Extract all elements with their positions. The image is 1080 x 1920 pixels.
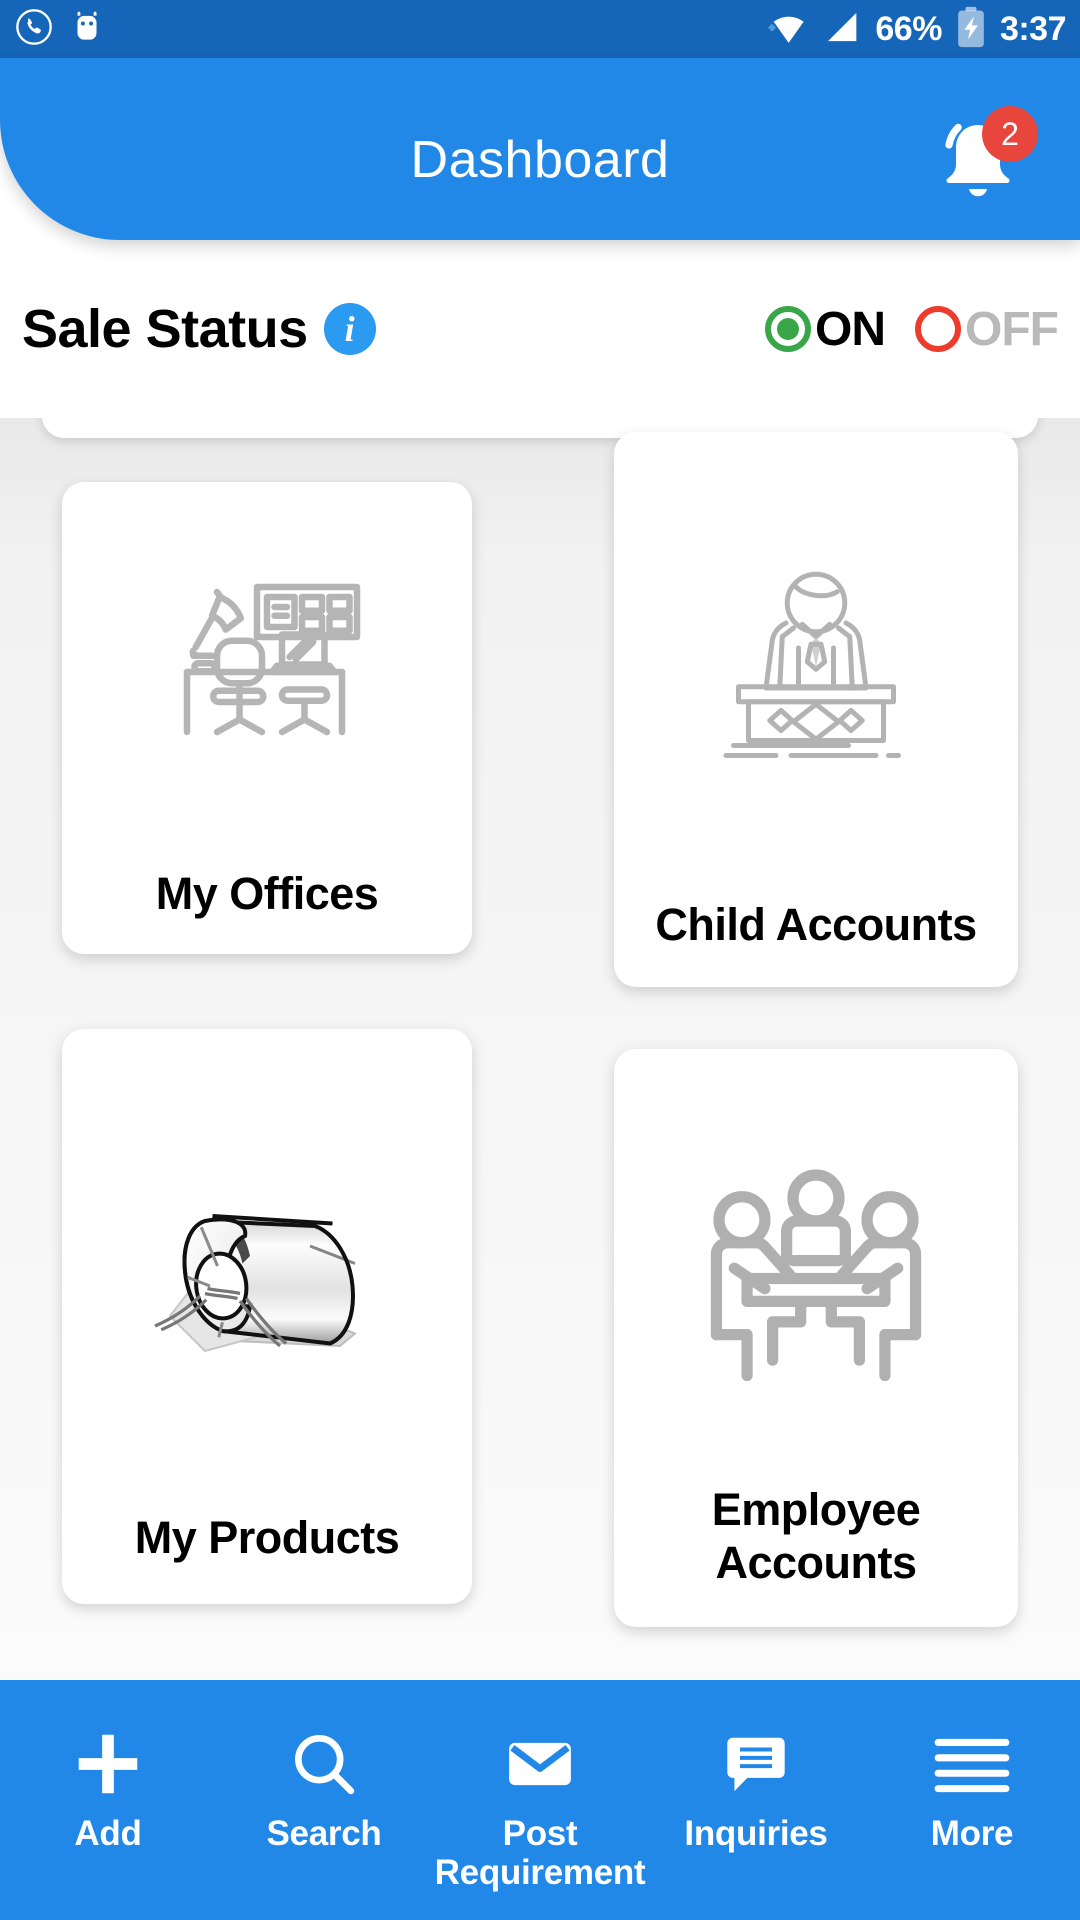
card-label: My Products <box>134 1511 400 1563</box>
steel-coil-icon <box>62 1047 472 1511</box>
status-bar-left-icons <box>14 7 106 52</box>
nav-label: Add <box>74 1814 142 1853</box>
app-header: Dashboard 2 <box>0 58 1080 240</box>
sale-status-option-off[interactable]: OFF <box>915 302 1059 357</box>
card-label: Employee Accounts <box>711 1483 921 1588</box>
card-child-accounts[interactable]: Child Accounts <box>614 432 1018 987</box>
page-title: Dashboard <box>410 131 670 189</box>
sale-status-toggle-group: ON OFF <box>765 302 1059 357</box>
bottom-navigation-bar: Add Search Post Requirement Inquiries Mo… <box>0 1680 1080 1920</box>
sale-status-label: Sale Status <box>22 299 308 359</box>
sale-status-bar: Sale Status i ON OFF <box>0 240 1080 418</box>
dashboard-content[interactable]: My Offices Child Accounts My Products Em… <box>0 418 1080 1680</box>
chat-bubble-icon <box>719 1724 793 1804</box>
info-icon[interactable]: i <box>323 303 376 355</box>
card-row-1: My Offices Child Accounts <box>0 432 1080 987</box>
android-robot-icon <box>68 7 106 52</box>
phone-call-icon <box>14 7 54 52</box>
sale-status-on-label: ON <box>815 302 886 356</box>
nav-label: Post Requirement <box>434 1814 646 1893</box>
plus-icon <box>69 1724 147 1804</box>
nav-item-add[interactable]: Add <box>0 1724 216 1853</box>
card-employee-accounts[interactable]: Employee Accounts <box>614 1049 1018 1627</box>
nav-label: More <box>930 1814 1014 1853</box>
status-bar-right-icons: 66% 3:37 <box>763 5 1067 54</box>
radio-selected-icon <box>765 306 812 352</box>
hamburger-menu-icon <box>932 1724 1012 1804</box>
nav-item-more[interactable]: More <box>864 1724 1080 1853</box>
card-label: My Offices <box>155 867 379 919</box>
app-screen: 66% 3:37 Dashboard 2 Sale Status i ON OF… <box>0 0 1080 1920</box>
battery-charging-icon <box>953 5 989 54</box>
notification-badge: 2 <box>982 106 1038 162</box>
nav-label: Search <box>266 1814 382 1853</box>
notifications-button[interactable]: 2 <box>922 106 1038 214</box>
wifi-icon <box>763 7 811 52</box>
status-bar: 66% 3:37 <box>0 0 1080 58</box>
nav-label: Inquiries <box>684 1814 828 1853</box>
card-my-products[interactable]: My Products <box>62 1029 472 1604</box>
nav-item-search[interactable]: Search <box>216 1724 432 1853</box>
meeting-people-icon <box>614 1079 1018 1483</box>
cell-signal-icon <box>822 7 864 52</box>
card-label: Child Accounts <box>655 898 977 950</box>
nav-item-post-requirement[interactable]: Post Requirement <box>432 1724 648 1892</box>
card-row-2: My Products Employee Accounts <box>0 1029 1080 1627</box>
radio-unselected-icon <box>915 306 962 352</box>
search-icon <box>286 1724 362 1804</box>
sale-status-option-on[interactable]: ON <box>765 302 886 357</box>
dashboard-card-grid: My Offices Child Accounts My Products Em… <box>0 432 1080 1627</box>
sale-status-off-label: OFF <box>965 302 1059 356</box>
nav-item-inquiries[interactable]: Inquiries <box>648 1724 864 1853</box>
card-my-offices[interactable]: My Offices <box>62 482 472 954</box>
office-desk-icon <box>62 508 472 867</box>
battery-percentage: 66% <box>875 10 942 48</box>
clock: 3:37 <box>999 10 1067 48</box>
reception-person-icon <box>614 458 1018 898</box>
envelope-icon <box>501 1724 579 1804</box>
